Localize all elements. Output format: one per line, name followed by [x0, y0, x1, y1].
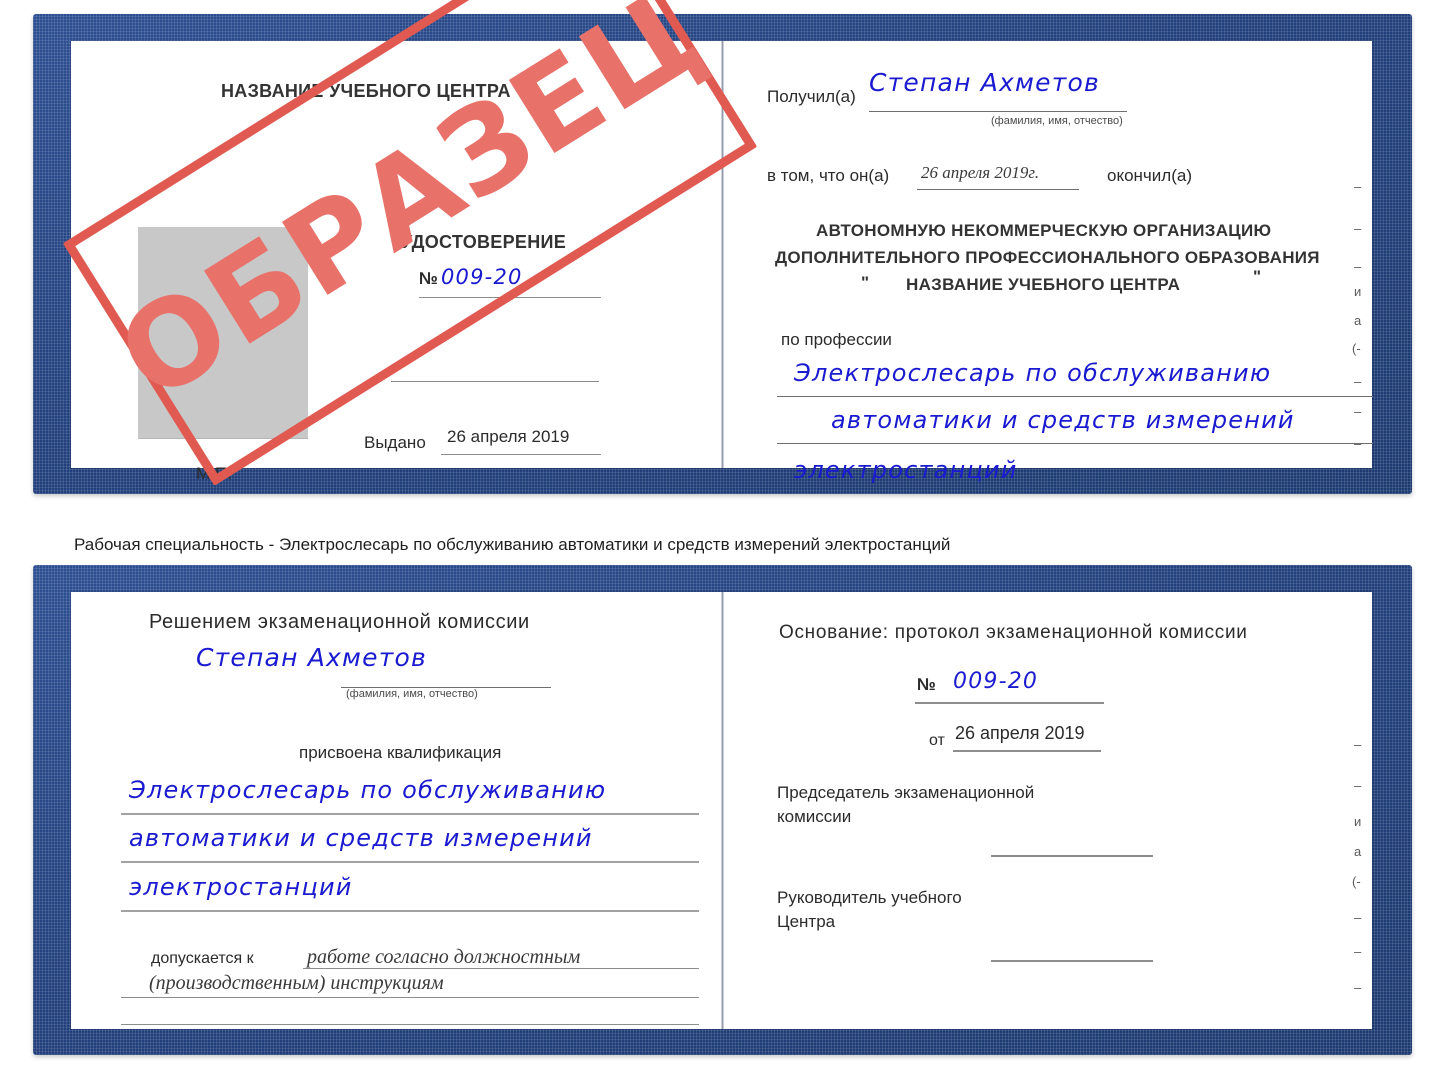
cert1-profession-line-1: Электрослесарь по обслуживанию: [794, 359, 1272, 387]
cert2-edge-mark-1: –: [1354, 737, 1362, 752]
cert2-edge-mark-8: –: [1354, 980, 1362, 995]
certificate-1-spine: [720, 41, 724, 468]
cert1-number-label: №: [419, 269, 438, 288]
certificate-1-cover: НАЗВАНИЕ УЧЕБНОГО ЦЕНТРА УДОСТОВЕРЕНИЕ №…: [33, 14, 1412, 494]
cert1-issued-rule: [441, 454, 601, 455]
cert1-profession-rule-2: [777, 443, 1373, 444]
cert2-edge-mark-4: а: [1354, 844, 1362, 859]
cert1-edge-mark-4: и: [1354, 284, 1362, 299]
certificate-2-spine: [720, 592, 724, 1029]
certificate-2-pages: Решением экзаменационной комиссии Степан…: [71, 592, 1372, 1029]
cert2-name-value: Степан Ахметов: [196, 643, 427, 672]
cert2-date-value: 26 апреля 2019: [955, 723, 1085, 743]
cert2-qualification-label: присвоена квалификация: [299, 743, 502, 762]
cert2-decision-title: Решением экзаменационной комиссии: [149, 611, 530, 633]
cert1-org-title: НАЗВАНИЕ УЧЕБНОГО ЦЕНТРА: [221, 81, 511, 101]
cert1-org-line-3: НАЗВАНИЕ УЧЕБНОГО ЦЕНТРА: [906, 275, 1181, 294]
cert2-name-hint: (фамилия, имя, отчество): [346, 688, 478, 700]
cert2-head-line-2: Центра: [777, 912, 836, 931]
screenshot-root: НАЗВАНИЕ УЧЕБНОГО ЦЕНТРА УДОСТОВЕРЕНИЕ №…: [0, 0, 1448, 1085]
cert2-head-signature-rule: [991, 960, 1153, 962]
cert1-profession-label: по профессии: [781, 330, 892, 349]
cert1-edge-mark-7: –: [1354, 374, 1362, 389]
cert2-number-label: №: [917, 675, 936, 694]
cert1-edge-mark-9: –: [1354, 436, 1362, 451]
cert1-org-line-2: ДОПОЛНИТЕЛЬНОГО ПРОФЕССИОНАЛЬНОГО ОБРАЗО…: [775, 248, 1320, 267]
cert1-issued-value: 26 апреля 2019: [447, 427, 570, 446]
cert1-edge-mark-3: –: [1354, 259, 1362, 274]
cert2-basis-label: Основание: протокол экзаменационной коми…: [779, 622, 1248, 643]
cert1-blank-rule-1: [391, 381, 599, 382]
cert2-allowed-value-2: (производственным) инструкциям: [149, 972, 444, 994]
cert1-seal-label: М.П.: [196, 464, 232, 483]
cert1-received-rule: [869, 111, 1127, 112]
cert2-chairman-signature-rule: [991, 855, 1153, 857]
cert2-qualification-line-3: электростанций: [129, 873, 353, 901]
cert2-chairman-line-1: Председатель экзаменационной: [777, 783, 1035, 802]
cert2-qualification-rule-3: [121, 910, 699, 912]
cert2-qualification-rule-1: [121, 813, 699, 815]
cert2-date-label: от: [929, 732, 945, 749]
cert2-chairman-line-2: комиссии: [777, 807, 852, 826]
cert1-number-value: 009-20: [441, 265, 523, 289]
cert1-edge-mark-8: –: [1354, 404, 1362, 419]
cert2-edge-mark-7: –: [1354, 944, 1362, 959]
cert2-head-line-1: Руководитель учебного: [777, 888, 962, 907]
cert2-qualification-line-1: Электрослесарь по обслуживанию: [129, 776, 607, 804]
cert1-edge-mark-5: а: [1354, 313, 1362, 328]
certificate-1-pages: НАЗВАНИЕ УЧЕБНОГО ЦЕНТРА УДОСТОВЕРЕНИЕ №…: [71, 41, 1373, 484]
cert1-number-rule: [419, 297, 601, 298]
cert1-issued-label: Выдано: [364, 433, 426, 452]
cert1-org-quote-close: ": [1253, 267, 1262, 286]
cert1-name-hint: (фамилия, имя, отчество): [991, 115, 1123, 127]
cert1-doc-type: УДОСТОВЕРЕНИЕ: [401, 232, 567, 252]
cert1-in-that-value: 26 апреля 2019г.: [921, 163, 1040, 182]
cert2-allowed-value-1: работе согласно должностным: [307, 946, 581, 968]
cert2-qualification-line-2: автоматики и средств измерений: [129, 824, 593, 852]
cert2-edge-mark-6: –: [1354, 910, 1362, 925]
cert2-date-rule: [953, 750, 1101, 752]
cert1-finished-label: окончил(а): [1107, 166, 1192, 185]
cert1-profession-line-3: электростанций: [794, 456, 1018, 484]
cert1-edge-mark-6: (-: [1352, 341, 1361, 356]
page-caption: Рабочая специальность - Электрослесарь п…: [74, 535, 951, 554]
cert2-edge-mark-3: и: [1354, 814, 1362, 829]
cert2-edge-mark-5: (-: [1352, 874, 1361, 889]
cert2-allowed-rule-2: [121, 997, 699, 998]
cert1-edge-mark-1: –: [1354, 179, 1362, 194]
cert1-in-that-rule: [917, 189, 1079, 190]
cert1-edge-mark-2: –: [1354, 221, 1362, 236]
cert2-number-value: 009-20: [953, 669, 1039, 694]
cert1-photo-placeholder: [138, 227, 308, 439]
cert2-qualification-rule-2: [121, 861, 699, 863]
cert1-received-label: Получил(а): [767, 87, 856, 106]
cert1-received-value: Степан Ахметов: [869, 68, 1100, 97]
cert2-allowed-rule-3: [121, 1024, 699, 1025]
cert2-allowed-rule-1: [303, 968, 699, 969]
cert2-edge-mark-2: –: [1354, 778, 1362, 793]
cert2-number-rule: [915, 702, 1104, 704]
cert1-org-quote-open: ": [861, 273, 870, 292]
cert1-org-line-1: АВТОНОМНУЮ НЕКОММЕРЧЕСКУЮ ОРГАНИЗАЦИЮ: [816, 221, 1272, 240]
cert1-profession-line-2: автоматики и средств измерений: [831, 406, 1295, 434]
cert1-profession-rule-1: [777, 396, 1373, 397]
cert2-allowed-label: допускается к: [151, 950, 254, 967]
cert1-in-that-label: в том, что он(а): [767, 166, 890, 185]
certificate-2-cover: Решением экзаменационной комиссии Степан…: [33, 565, 1412, 1055]
